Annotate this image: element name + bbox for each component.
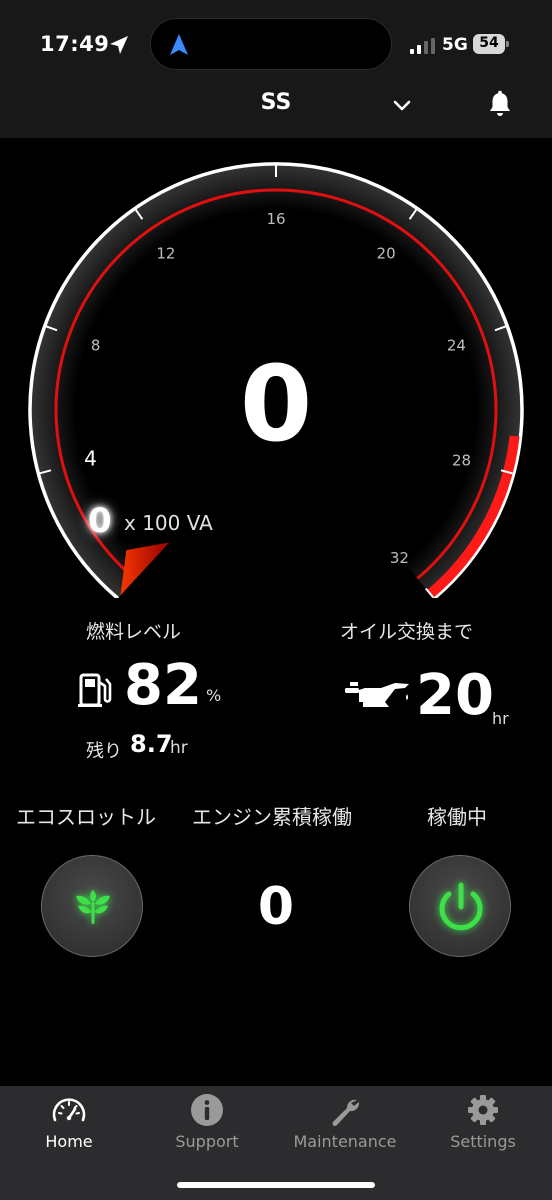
- gauge-tick-label: 32: [390, 549, 409, 567]
- fuel-pump-icon: [78, 673, 112, 707]
- app-header: SS: [0, 88, 552, 138]
- status-time: 17:49: [40, 32, 110, 56]
- tab-maintenance[interactable]: Maintenance: [276, 1086, 414, 1166]
- remaining-time-value: 8.7: [130, 730, 173, 758]
- dynamic-island[interactable]: [150, 18, 392, 70]
- gauge-tick-label: 28: [452, 452, 471, 470]
- gauge-needle: [120, 542, 170, 596]
- sprout-icon: [76, 890, 110, 924]
- battery-indicator: 54: [473, 34, 509, 54]
- gauge-tick-label: 12: [156, 245, 175, 263]
- battery-level: 54: [479, 35, 499, 51]
- oil-change-unit: hr: [492, 709, 509, 728]
- status-bar: 17:49 5G 54: [0, 0, 552, 88]
- network-type: 5G: [442, 35, 468, 55]
- chevron-down-icon[interactable]: [390, 94, 414, 118]
- location-arrow-icon: [110, 36, 128, 54]
- oil-change-label: オイル交換まで: [340, 621, 474, 643]
- gauge-tick-label: 8: [91, 336, 101, 354]
- gauge-unit: x 100 VA: [124, 511, 213, 535]
- device-title[interactable]: SS: [0, 90, 552, 115]
- fuel-level-unit: %: [206, 686, 222, 705]
- home-screen: 17:49 5G 54 SS 4 8 12 16 20 24 28 32 0 0…: [0, 0, 552, 1200]
- tab-maintenance-label: Maintenance: [293, 1132, 397, 1151]
- gauge-tick-label: 20: [377, 245, 396, 263]
- wrench-icon: [332, 1099, 360, 1126]
- cellular-signal-icon: [410, 38, 435, 54]
- running-status-label: 稼働中: [427, 805, 487, 829]
- fuel-level-value: 82: [124, 653, 202, 718]
- tab-home[interactable]: Home: [0, 1086, 138, 1166]
- info-icon: [191, 1094, 223, 1126]
- tab-settings[interactable]: Settings: [414, 1086, 552, 1166]
- eco-throttle-label: エコスロットル: [16, 805, 156, 829]
- remaining-time-unit: hr: [170, 738, 188, 758]
- oil-change-value: 20: [416, 663, 494, 728]
- navigation-arrow-icon: [170, 34, 188, 55]
- power-button[interactable]: [409, 855, 511, 957]
- tab-support[interactable]: Support: [138, 1086, 276, 1166]
- gauge-tick-label: 24: [447, 336, 466, 354]
- tab-home-label: Home: [45, 1132, 93, 1151]
- gauge-needle-value: 0: [88, 501, 112, 541]
- engine-hours-value: 0: [257, 877, 295, 937]
- gear-icon: [468, 1095, 498, 1125]
- tab-support-label: Support: [175, 1132, 239, 1151]
- engine-hours-label: エンジン累積稼働: [192, 805, 352, 829]
- tab-settings-label: Settings: [450, 1132, 516, 1151]
- tab-bar: Home Support Maintenance Settings: [0, 1086, 552, 1200]
- fuel-level-label: 燃料レベル: [86, 621, 182, 643]
- remaining-time-label: 残り: [86, 741, 122, 762]
- eco-throttle-button[interactable]: [41, 855, 143, 957]
- gauge-tick-label: 4: [84, 447, 97, 471]
- gauge-value: 0: [239, 343, 313, 465]
- home-indicator: [177, 1182, 375, 1188]
- oil-can-icon: [345, 682, 409, 707]
- battery-tip: [506, 41, 509, 47]
- speedometer-icon: [52, 1098, 86, 1122]
- bell-icon[interactable]: [487, 90, 513, 120]
- power-icon: [439, 882, 483, 931]
- gauge-tick-label: 16: [266, 210, 285, 228]
